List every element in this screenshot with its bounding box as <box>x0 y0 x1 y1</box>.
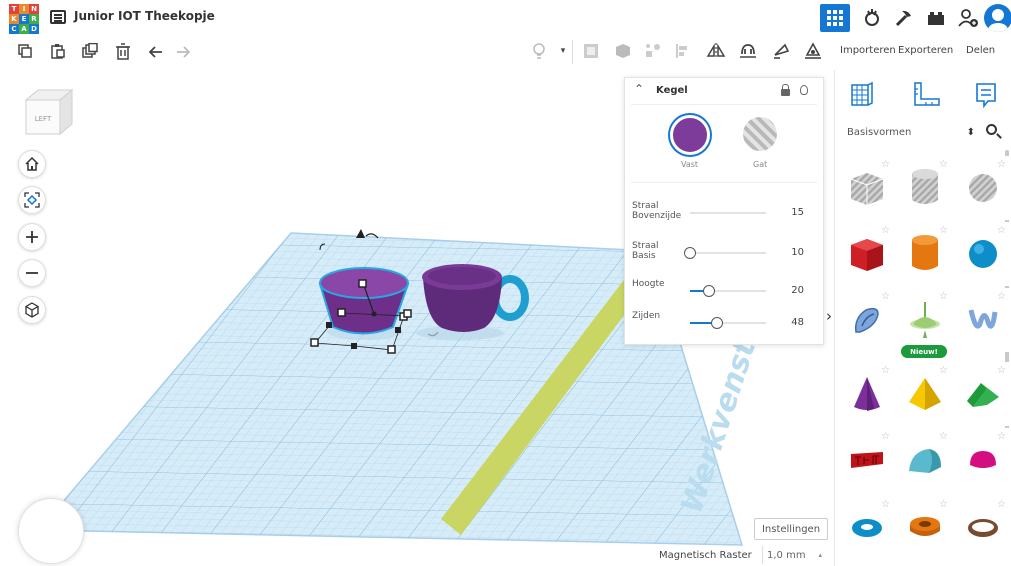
favorite-star-icon[interactable]: ☆ <box>997 365 1006 376</box>
favorite-star-icon[interactable]: ☆ <box>997 159 1006 170</box>
notes-category-icon[interactable] <box>969 78 1003 112</box>
minus-icon <box>26 272 38 274</box>
param-base-radius: Straal Basis 10 <box>632 241 818 265</box>
new-badge: Nieuw! <box>901 345 947 358</box>
param-label: Straal Bovenzijde <box>632 201 682 221</box>
param-slider[interactable] <box>684 247 766 259</box>
inspector-divider <box>631 104 817 105</box>
favorite-star-icon[interactable]: ☆ <box>939 499 948 510</box>
orbit-control[interactable] <box>18 498 84 564</box>
selected-cone-shape[interactable] <box>318 267 410 340</box>
inspector-title: Kegel <box>656 85 688 96</box>
cube-icon <box>25 302 39 318</box>
build-icon[interactable] <box>890 4 918 32</box>
param-label: Hoogte <box>632 279 665 289</box>
param-slider[interactable] <box>690 285 766 297</box>
param-label: Zijden <box>632 311 661 321</box>
solid-swatch[interactable] <box>670 115 710 155</box>
shape-tile-transparent-cylinder[interactable]: ☆ <box>896 156 954 220</box>
shape-tile-scribble[interactable]: ☆ <box>838 288 896 352</box>
shape-tile-ring[interactable]: ☆ <box>954 496 1011 560</box>
shape-tile-tube[interactable]: ☆ <box>896 496 954 560</box>
shape-tile-text-shape[interactable]: ☆ <box>954 288 1011 352</box>
shape-tile-text[interactable]: ☆ <box>838 428 896 492</box>
view-cube-label: LEFT <box>35 115 52 123</box>
fit-view-button[interactable] <box>18 186 46 214</box>
perspective-button[interactable] <box>18 296 46 324</box>
export-button[interactable]: Exporteren <box>898 45 953 56</box>
basic-shapes-category-icon[interactable] <box>845 78 879 112</box>
favorite-star-icon[interactable]: ☆ <box>939 225 948 236</box>
home-icon <box>25 156 39 171</box>
zoom-out-button[interactable] <box>18 259 46 287</box>
param-label: Straal Basis <box>632 241 659 261</box>
hole-swatch[interactable] <box>743 117 777 151</box>
shape-tile-cone[interactable]: ☆ <box>838 362 896 426</box>
favorite-star-icon[interactable]: ☆ <box>881 499 890 510</box>
param-slider[interactable] <box>690 317 766 329</box>
ruler-category-icon[interactable] <box>909 78 943 112</box>
tinker-icon[interactable] <box>858 4 886 32</box>
plus-icon <box>26 231 38 243</box>
add-user-icon[interactable] <box>954 4 982 32</box>
snap-grid-select[interactable]: 1,0 mm <box>762 546 828 564</box>
shape-tile-box[interactable]: ☆ <box>838 222 896 286</box>
shape-tile-transparent-sphere[interactable]: ☆ <box>954 156 1011 220</box>
view-cube[interactable]: LEFT <box>24 88 74 136</box>
favorite-star-icon[interactable]: ☆ <box>939 365 948 376</box>
shape-tile-transparent-box[interactable]: ☆ <box>838 156 896 220</box>
solid-label: Vast <box>681 160 699 169</box>
shape-inspector: ⌃ Kegel Vast Gat Straal Bovenzijde 15 St… <box>624 77 824 345</box>
shape-tile-torus[interactable]: ☆ <box>838 496 896 560</box>
favorite-star-icon[interactable]: ☆ <box>997 291 1006 302</box>
snap-grid-label: Magnetisch Raster <box>659 550 752 561</box>
favorite-star-icon[interactable]: ☆ <box>997 499 1006 510</box>
favorite-star-icon[interactable]: ☆ <box>939 431 948 442</box>
shape-tile-spinner[interactable]: ☆ <box>896 288 954 352</box>
favorite-star-icon[interactable]: ☆ <box>939 159 948 170</box>
param-sides: Zijden 48 <box>632 311 818 335</box>
shape-tile-sphere[interactable]: ☆ <box>954 222 1011 286</box>
shape-tile-cylinder[interactable]: ☆ <box>896 222 954 286</box>
collapse-chevron-icon[interactable]: ⌃ <box>634 82 644 96</box>
import-button[interactable]: Importeren <box>840 45 896 56</box>
param-value[interactable]: 10 <box>791 247 804 258</box>
param-value[interactable]: 48 <box>791 317 804 328</box>
fit-icon <box>24 192 40 208</box>
shape-library-select[interactable]: Basisvormen <box>841 120 981 144</box>
param-height: Hoogte 20 <box>632 279 818 303</box>
zoom-in-button[interactable] <box>18 223 46 251</box>
shape-tile-hemisphere[interactable]: ☆ <box>954 428 1011 492</box>
shape-tile-roof[interactable]: ☆ <box>954 362 1011 426</box>
favorite-star-icon[interactable]: ☆ <box>881 291 890 302</box>
favorite-star-icon[interactable]: ☆ <box>881 365 890 376</box>
share-button[interactable]: Delen <box>966 45 995 56</box>
favorite-star-icon[interactable]: ☆ <box>881 431 890 442</box>
visibility-bulb-icon[interactable] <box>800 85 808 95</box>
favorite-star-icon[interactable]: ☆ <box>997 225 1006 236</box>
shape-tile-pyramid[interactable]: ☆ <box>896 362 954 426</box>
settings-button[interactable]: Instellingen <box>754 518 828 540</box>
param-slider[interactable] <box>690 212 766 214</box>
profile-avatar[interactable] <box>984 4 1011 32</box>
home-view-button[interactable] <box>18 150 46 178</box>
param-value[interactable]: 20 <box>791 285 804 296</box>
shape-tile-half-round-roof[interactable]: ☆ <box>896 428 954 492</box>
param-top-radius: Straal Bovenzijde 15 <box>632 201 818 225</box>
param-value[interactable]: 15 <box>791 207 804 218</box>
favorite-star-icon[interactable]: ☆ <box>997 431 1006 442</box>
panel-toggle-chevron-icon[interactable]: › <box>826 307 832 325</box>
search-icon[interactable] <box>986 124 997 135</box>
brick-icon[interactable] <box>922 4 950 32</box>
lock-icon[interactable] <box>781 84 790 96</box>
hole-label: Gat <box>753 160 768 169</box>
inspector-divider <box>631 182 817 183</box>
